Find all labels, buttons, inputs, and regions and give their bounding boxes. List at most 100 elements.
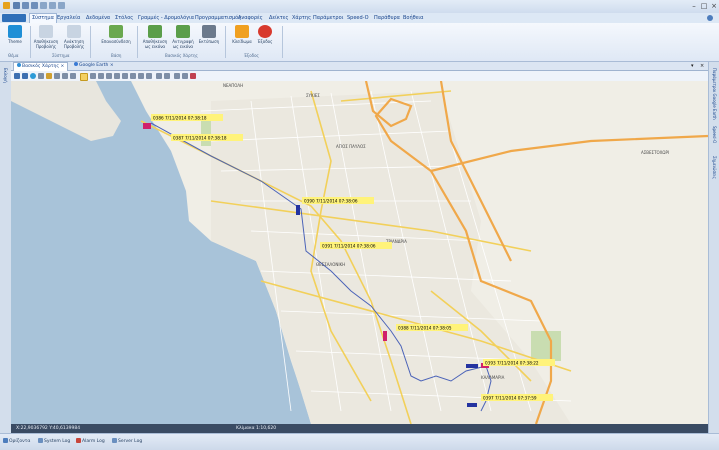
map-scale: Κλίμακα 1:10,620 [236, 426, 277, 431]
menu-data[interactable]: Δεδομένα [84, 14, 112, 22]
folder-icon[interactable] [46, 73, 52, 79]
left-panel-tab[interactable]: Εκλογή [3, 68, 8, 83]
menu-map[interactable]: Χάρτης [290, 14, 313, 22]
save-icon[interactable] [13, 2, 20, 9]
title-bar: – □ × [0, 0, 719, 13]
place-kalamaria: ΚΑΛΑΜΑΡΙΑ [481, 375, 505, 380]
rectangle-icon[interactable] [130, 73, 136, 79]
redo-icon[interactable] [31, 2, 38, 9]
status-alarm-log[interactable]: Alarm Log [76, 438, 105, 445]
tab-basemap[interactable]: Βασικός Χάρτης × [13, 62, 69, 71]
vehicle-marker-0388[interactable] [383, 331, 387, 341]
vehicle-marker-0390[interactable] [296, 205, 300, 215]
reconnect-button[interactable]: Επανασύνδεση [101, 25, 131, 44]
ribbon-separator [225, 26, 226, 58]
menu-reports[interactable]: Αναφορές [236, 14, 265, 22]
status-horizon[interactable]: Ορίζοντα [3, 438, 30, 445]
app-menu-button[interactable] [2, 14, 26, 22]
svg-text:0390 7/11/2014 07:38:06: 0390 7/11/2014 07:38:06 [304, 199, 358, 204]
coordinates-bar: X:22,9036792 Y:40,6139984 Κλίμακα 1:10,6… [11, 424, 708, 433]
windows-icon[interactable] [58, 2, 65, 9]
zoom-in-icon[interactable] [54, 73, 60, 79]
vehicle-marker-0386[interactable] [143, 123, 151, 129]
route-icon[interactable] [106, 73, 112, 79]
menu-fleet[interactable]: Στόλος [113, 14, 135, 22]
copy-as-image-button[interactable]: Αντιγραφή ως εικόνα [170, 25, 196, 49]
cursor-coordinates: X:22,9036792 Y:40,6139984 [16, 426, 81, 431]
power-icon [258, 25, 272, 38]
theme-button[interactable]: Theme [2, 25, 28, 44]
vehicle-label-0391[interactable]: 0391 7/11/2014 07:38:06 [320, 242, 392, 249]
erase-icon[interactable] [146, 73, 152, 79]
arrow-left-icon[interactable] [156, 73, 162, 79]
tabs-close-icon[interactable]: × [700, 62, 704, 70]
measure-icon[interactable] [90, 73, 96, 79]
vehicle-label-0397[interactable]: 0397 7/11/2014 07:37:59 [481, 394, 553, 401]
print-button[interactable]: Εκτύπωση [196, 25, 222, 44]
refresh-icon[interactable] [14, 73, 20, 79]
restore-view-button[interactable]: Ανάκτηση Προβολής [61, 25, 87, 49]
status-horizon-label: Ορίζοντα [9, 439, 31, 444]
status-server-log[interactable]: Server Log [112, 438, 142, 445]
save-as-image-button[interactable]: Αποθήκευση ως εικόνα [142, 25, 168, 49]
right-panel-tab-speed-o[interactable]: Speed-O [712, 126, 717, 143]
vehicle-label-0388[interactable]: 0388 7/11/2014 07:38:05 [396, 324, 468, 331]
arrow-right-icon[interactable] [164, 73, 170, 79]
minimize-button[interactable]: – [690, 2, 698, 10]
status-system-log[interactable]: System Log [38, 438, 70, 445]
select-icon[interactable] [80, 73, 88, 81]
svg-text:0397 7/11/2014 07:37:59: 0397 7/11/2014 07:37:59 [483, 396, 537, 401]
polygon-icon[interactable] [98, 73, 104, 79]
save-view-button[interactable]: Αποθήκευση Προβολής [33, 25, 59, 49]
line-icon[interactable] [138, 73, 144, 79]
svg-text:0387 7/11/2014 07:38:18: 0387 7/11/2014 07:38:18 [173, 136, 227, 141]
tab-google-earth[interactable]: Google Earth × [71, 62, 117, 70]
vehicle-marker-0397[interactable] [467, 403, 477, 407]
back-icon[interactable] [22, 73, 28, 79]
save-as-image-label: Αποθήκευση ως εικόνα [142, 39, 168, 49]
menu-lines-routes[interactable]: Γραμμές - Δρομολόγια [136, 14, 196, 22]
exit-button[interactable]: Έξοδος [252, 25, 278, 44]
menu-windows[interactable]: Παράθυρα [372, 14, 402, 22]
lock-icon [235, 25, 249, 38]
vehicle-label-0386[interactable]: 0386 7/11/2014 07:38:18 [151, 114, 223, 121]
status-system-log-label: System Log [44, 439, 71, 444]
close-button[interactable]: × [710, 2, 718, 10]
close-icon[interactable]: × [60, 64, 64, 69]
menu-speed-o[interactable]: Speed-O [345, 14, 371, 22]
layers-icon[interactable] [38, 73, 44, 79]
settings-icon[interactable] [49, 2, 56, 9]
search-icon[interactable] [40, 2, 47, 9]
bus-icon[interactable] [190, 73, 196, 79]
info-icon[interactable] [174, 73, 180, 79]
map-view[interactable]: ΝΕΑΠΟΛΗ ΣΥΚΙΕΣ ΑΓΙΟΣ ΠΑΥΛΟΣ ΑΣΒΕΣΤΟΧΩΡΙ … [11, 81, 708, 424]
undo-icon[interactable] [22, 2, 29, 9]
theme-label: Theme [8, 39, 22, 44]
menu-help[interactable]: Βοήθεια [401, 14, 425, 22]
vehicle-label-0393[interactable]: 0393 7/11/2014 07:38:22 [483, 359, 555, 366]
pan-icon[interactable] [70, 73, 76, 79]
menu-tools[interactable]: Εργαλεία [55, 14, 82, 22]
vehicle-label-0387[interactable]: 0387 7/11/2014 07:38:18 [171, 134, 243, 141]
menu-indicators[interactable]: Δείκτες [267, 14, 290, 22]
vehicle-marker-0393a[interactable] [466, 364, 478, 368]
maximize-button[interactable]: □ [700, 2, 708, 10]
right-panel-tab-notes[interactable]: Σημειώσεις [712, 156, 717, 179]
vehicle-label-0390[interactable]: 0390 7/11/2014 07:38:06 [302, 197, 374, 204]
close-icon[interactable]: × [110, 63, 114, 68]
printer-icon [202, 25, 216, 38]
print-label: Εκτύπωση [198, 39, 220, 44]
tabs-dropdown-icon[interactable]: ▾ [691, 62, 694, 70]
globe-icon[interactable] [30, 73, 36, 79]
help-icon[interactable] [707, 15, 713, 21]
menu-parameters[interactable]: Παράμετροι [311, 14, 345, 22]
reconnect-icon [109, 25, 123, 38]
place-sykies: ΣΥΚΙΕΣ [306, 93, 320, 98]
zoom-out-icon[interactable] [62, 73, 68, 79]
group-exit-label: Έξοδος [244, 53, 259, 58]
point-icon[interactable] [114, 73, 120, 79]
circle-icon[interactable] [122, 73, 128, 79]
place-neapoli: ΝΕΑΠΟΛΗ [223, 83, 243, 88]
grid-icon[interactable] [182, 73, 188, 79]
right-panel-tab-google-earth[interactable]: Παράμετροι Google Earth [712, 68, 717, 120]
